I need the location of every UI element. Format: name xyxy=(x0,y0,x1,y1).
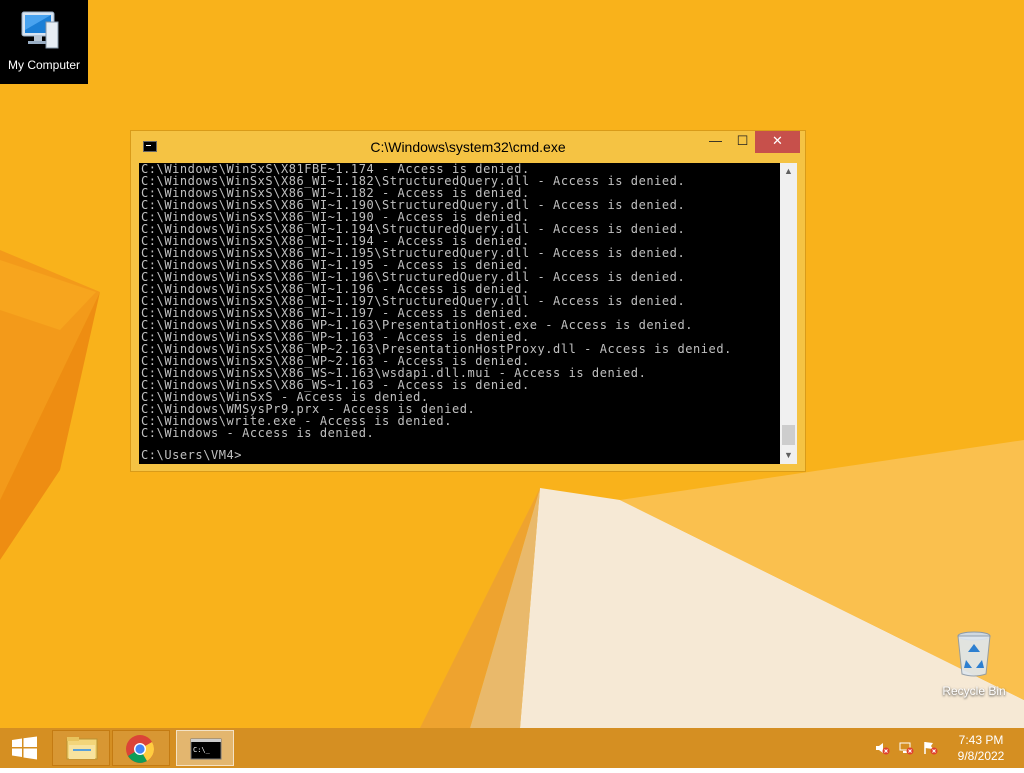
volume-muted-icon[interactable] xyxy=(874,740,890,756)
recycle-bin-desktop-icon[interactable]: Recycle Bin xyxy=(932,628,1016,700)
taskbar-file-explorer[interactable] xyxy=(52,730,110,766)
console-area[interactable]: C:\Windows\WinSxS\X81FBE~1.174 - Access … xyxy=(139,163,797,464)
taskbar-chrome[interactable] xyxy=(112,730,170,766)
taskbar: C:\_ 7:43 PM 9/8/2022 xyxy=(0,728,1024,768)
scrollbar-thumb[interactable] xyxy=(782,425,795,445)
windows-logo-icon xyxy=(12,736,37,760)
clock-time: 7:43 PM xyxy=(958,733,1004,747)
cmd-window[interactable]: C:\Windows\system32\cmd.exe — ☐ ✕ C:\Win… xyxy=(130,130,806,472)
start-button[interactable] xyxy=(4,728,44,768)
folder-icon xyxy=(66,737,98,760)
minimize-button[interactable]: — xyxy=(702,131,729,153)
cmd-icon: C:\_ xyxy=(190,738,222,760)
taskbar-clock[interactable]: 7:43 PM 9/8/2022 xyxy=(948,732,1014,764)
desktop-icon-label: My Computer xyxy=(7,58,81,72)
desktop-icon-label: Recycle Bin xyxy=(942,684,1006,698)
maximize-button[interactable]: ☐ xyxy=(729,131,756,153)
svg-text:C:\_: C:\_ xyxy=(193,746,211,754)
console-line: C:\Windows - Access is denied. xyxy=(141,426,375,440)
console-prompt[interactable]: C:\Users\VM4> xyxy=(141,449,242,461)
desktop-background: My Computer Recycle Bin C:\Windows\syste… xyxy=(0,0,1024,728)
recycle-bin-icon xyxy=(957,631,991,677)
vertical-scrollbar[interactable]: ▲ ▼ xyxy=(780,163,797,464)
taskbar-command-prompt[interactable]: C:\_ xyxy=(176,730,234,766)
scroll-down-icon[interactable]: ▼ xyxy=(780,447,797,464)
action-center-flag-icon[interactable] xyxy=(922,740,938,756)
network-icon[interactable] xyxy=(898,740,914,756)
window-titlebar[interactable]: C:\Windows\system32\cmd.exe — ☐ ✕ xyxy=(131,131,805,163)
scroll-up-icon[interactable]: ▲ xyxy=(780,163,797,180)
console-output: C:\Windows\WinSxS\X81FBE~1.174 - Access … xyxy=(141,163,732,439)
close-button[interactable]: ✕ xyxy=(755,131,800,153)
computer-icon xyxy=(21,11,59,49)
my-computer-desktop-icon[interactable]: My Computer xyxy=(0,0,88,84)
chrome-icon xyxy=(126,735,154,763)
clock-date: 9/8/2022 xyxy=(957,749,1005,763)
